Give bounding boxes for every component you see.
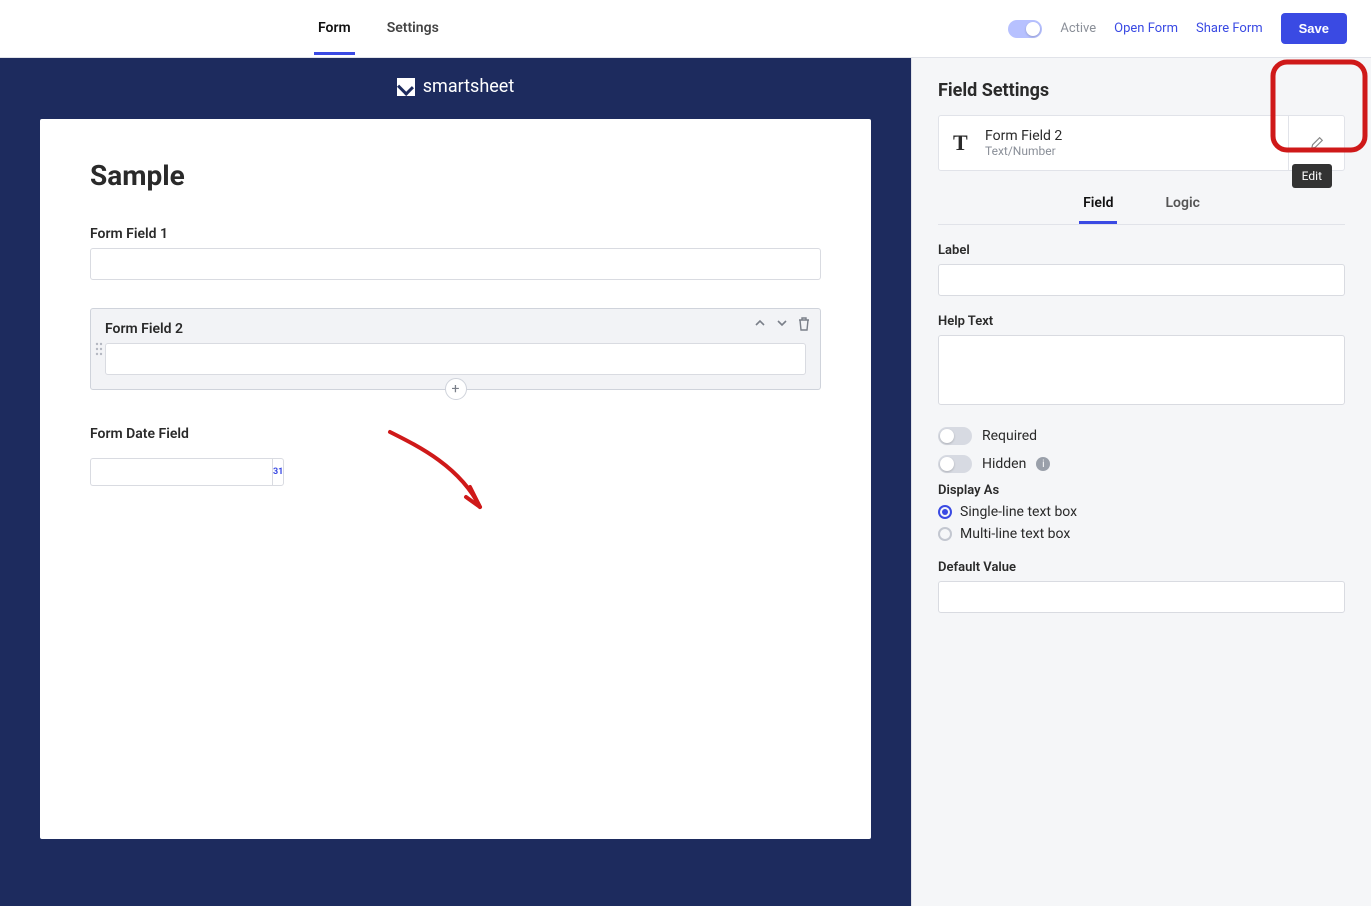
form-date-field-label: Form Date Field: [90, 426, 821, 442]
calendar-icon[interactable]: 31: [272, 458, 284, 486]
selected-field-info: Form Field 2 Text/Number: [985, 128, 1062, 158]
setting-help-block: Help Text: [938, 314, 1345, 409]
required-row: Required: [938, 427, 1345, 445]
pencil-icon: [1310, 136, 1324, 150]
edit-tooltip: Edit: [1292, 164, 1332, 188]
active-toggle[interactable]: [1008, 20, 1042, 38]
hidden-row: Hidden i: [938, 455, 1345, 473]
date-input[interactable]: [90, 458, 272, 486]
info-icon[interactable]: i: [1036, 457, 1050, 471]
brand: smartsheet: [40, 58, 871, 119]
form-field-2-label: Form Field 2: [105, 321, 806, 337]
active-toggle-label: Active: [1060, 21, 1096, 36]
required-toggle[interactable]: [938, 427, 972, 445]
move-down-icon[interactable]: [776, 317, 788, 335]
form-card: Sample Form Field 1: [40, 119, 871, 839]
field-settings-heading: Field Settings: [938, 80, 1345, 101]
brand-logo-icon: [397, 78, 415, 96]
default-value-input[interactable]: [938, 581, 1345, 613]
form-date-field: Form Date Field 31: [90, 426, 821, 486]
hidden-toggle[interactable]: [938, 455, 972, 473]
edit-field-button[interactable]: [1288, 116, 1344, 170]
form-field-2-input[interactable]: [105, 343, 806, 375]
save-button[interactable]: Save: [1281, 13, 1347, 44]
open-form-link[interactable]: Open Form: [1114, 21, 1178, 36]
tab-form[interactable]: Form: [314, 2, 355, 55]
setting-help-heading: Help Text: [938, 314, 1345, 329]
hidden-label: Hidden: [982, 456, 1026, 472]
radio-single-icon[interactable]: [938, 505, 952, 519]
setting-label-block: Label: [938, 243, 1345, 296]
display-as-single-row[interactable]: Single-line text box: [938, 504, 1345, 520]
help-text-input[interactable]: [938, 335, 1345, 405]
drag-handle-icon[interactable]: [95, 342, 103, 356]
delete-icon[interactable]: [798, 317, 810, 335]
add-field-button[interactable]: +: [445, 378, 467, 400]
form-field-1-label: Form Field 1: [90, 226, 821, 242]
display-as-multi-label: Multi-line text box: [960, 526, 1070, 542]
main-split: smartsheet Sample Form Field 1: [0, 58, 1371, 906]
field-actions: [754, 317, 810, 335]
selected-field-type: Text/Number: [985, 144, 1062, 158]
default-value-heading: Default Value: [938, 560, 1345, 575]
form-canvas: smartsheet Sample Form Field 1: [0, 58, 911, 906]
form-field-1: Form Field 1: [90, 226, 821, 280]
side-tab-field[interactable]: Field: [1079, 185, 1117, 224]
top-tabs: Form Settings: [314, 2, 443, 55]
required-label: Required: [982, 428, 1037, 444]
setting-label-heading: Label: [938, 243, 1345, 258]
side-tab-logic[interactable]: Logic: [1161, 185, 1203, 224]
default-value-block: Default Value: [938, 560, 1345, 613]
selected-field-name: Form Field 2: [985, 128, 1062, 144]
brand-name: smartsheet: [423, 76, 514, 97]
field-settings-panel: Field Settings T Form Field 2 Text/Numbe…: [911, 58, 1371, 906]
move-up-icon[interactable]: [754, 317, 766, 335]
display-as-heading: Display As: [938, 483, 1345, 498]
label-input[interactable]: [938, 264, 1345, 296]
display-as-block: Display As Single-line text box Multi-li…: [938, 483, 1345, 542]
radio-multi-icon[interactable]: [938, 527, 952, 541]
top-bar-right: Active Open Form Share Form Save: [1008, 13, 1347, 44]
share-form-link[interactable]: Share Form: [1196, 21, 1263, 36]
form-field-2-selected[interactable]: Form Field 2 +: [90, 308, 821, 390]
field-type-glyph-icon: T: [953, 130, 985, 156]
display-as-single-label: Single-line text box: [960, 504, 1077, 520]
top-bar: Form Settings Active Open Form Share For…: [0, 0, 1371, 58]
display-as-multi-row[interactable]: Multi-line text box: [938, 526, 1345, 542]
side-tabs: Field Logic: [938, 185, 1345, 225]
tab-settings[interactable]: Settings: [383, 2, 443, 55]
date-field-wrapper: 31: [90, 458, 200, 486]
form-title: Sample: [90, 159, 821, 192]
selected-field-card: T Form Field 2 Text/Number Edit: [938, 115, 1345, 171]
form-field-1-input[interactable]: [90, 248, 821, 280]
